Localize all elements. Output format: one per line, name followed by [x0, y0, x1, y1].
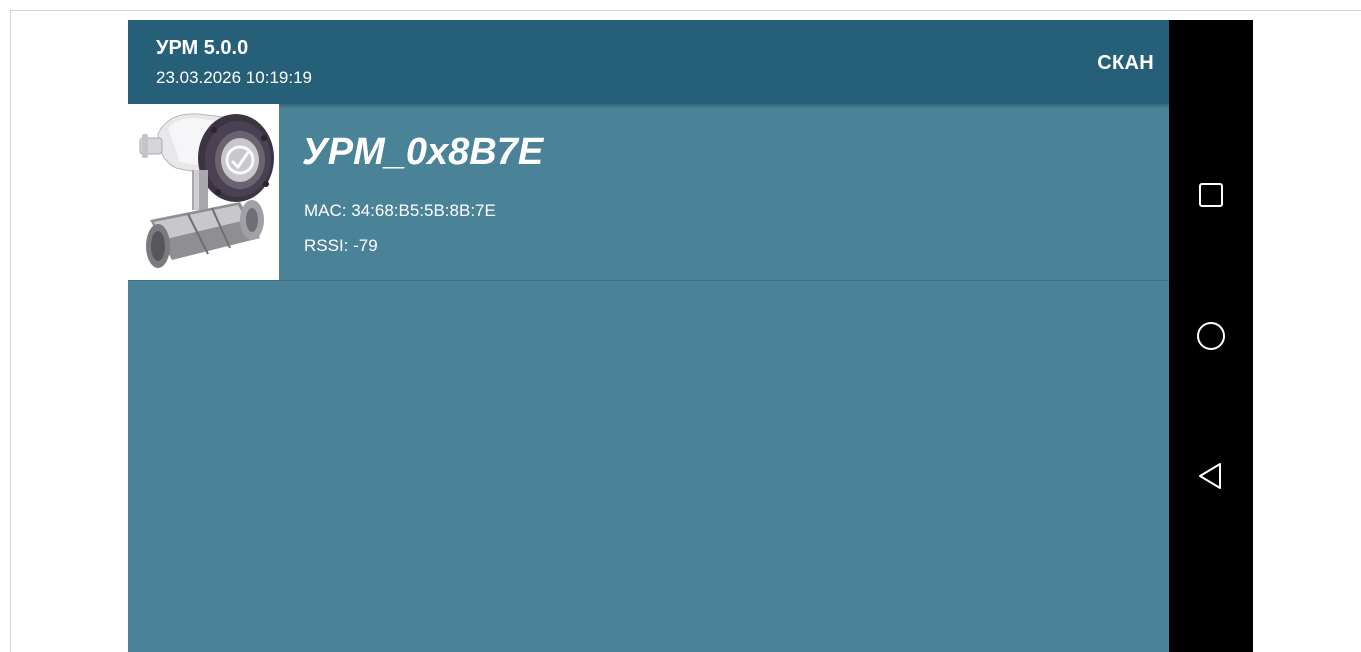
- app-window: УРМ 5.0.0 23.03.2026 10:19:19 СКАН УРМ_0…: [128, 20, 1169, 652]
- app-title: УРМ 5.0.0: [156, 37, 249, 59]
- back-triangle-icon[interactable]: [1191, 456, 1231, 496]
- device-list-item[interactable]: УРМ_0x8B7E MAC: 34:68:B5:5B:8B:7E RSSI: …: [128, 104, 1169, 281]
- frame-divider-left: [10, 10, 11, 652]
- frame-divider-top: [10, 10, 1361, 11]
- recents-square-icon[interactable]: [1191, 175, 1231, 215]
- device-name: УРМ_0x8B7E: [302, 131, 544, 173]
- rssi-label: RSSI:: [304, 236, 349, 255]
- scan-button[interactable]: СКАН: [1097, 50, 1154, 76]
- mac-label: MAC:: [304, 201, 347, 220]
- flowmeter-device-image: [128, 104, 279, 280]
- phone-screen: УРМ 5.0.0 23.03.2026 10:19:19 СКАН УРМ_0…: [128, 20, 1253, 652]
- screenshot-canvas: УРМ 5.0.0 23.03.2026 10:19:19 СКАН УРМ_0…: [0, 0, 1361, 652]
- device-rssi-row: RSSI: -79: [304, 235, 378, 257]
- home-circle-icon[interactable]: [1191, 316, 1231, 356]
- app-bar: УРМ 5.0.0 23.03.2026 10:19:19 СКАН: [128, 20, 1169, 104]
- device-mac-row: MAC: 34:68:B5:5B:8B:7E: [304, 200, 496, 222]
- app-datetime: 23.03.2026 10:19:19: [156, 68, 312, 87]
- rssi-value: -79: [353, 236, 378, 255]
- mac-value: 34:68:B5:5B:8B:7E: [351, 201, 496, 220]
- system-nav-bar: [1169, 20, 1253, 652]
